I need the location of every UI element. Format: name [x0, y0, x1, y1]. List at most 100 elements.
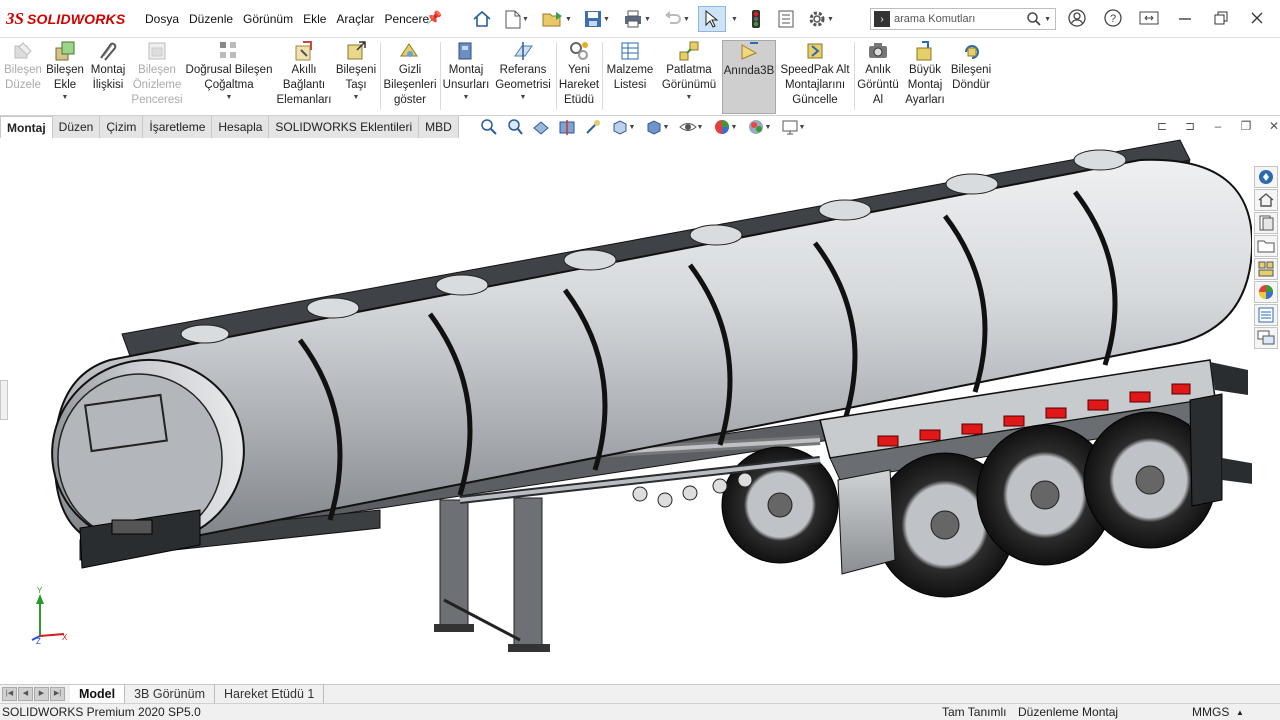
- tab-duzen[interactable]: Düzen: [52, 116, 101, 138]
- minimize-icon[interactable]: [1174, 7, 1196, 29]
- tp-view-palette[interactable]: [1254, 258, 1278, 280]
- menu-araclar[interactable]: Araçlar: [331, 12, 379, 26]
- file-properties-button[interactable]: [772, 6, 800, 32]
- zoom-to-fit-button[interactable]: [478, 117, 500, 137]
- dynamic-annotation-button[interactable]: [582, 117, 604, 137]
- doc-restore-icon[interactable]: ❐: [1238, 118, 1254, 134]
- reference-geometry-button[interactable]: Referans Geometrisi ▼: [492, 40, 554, 114]
- collapse-ribbon-icon[interactable]: [1138, 7, 1160, 29]
- menu-ekle[interactable]: Ekle: [298, 12, 331, 26]
- instant3d-button[interactable]: Anında3B: [722, 40, 776, 114]
- tp-forum[interactable]: [1254, 327, 1278, 349]
- tab-montaj[interactable]: Montaj: [0, 116, 53, 138]
- tab-cizim[interactable]: Çizim: [100, 116, 144, 138]
- pin-icon[interactable]: 📌: [426, 10, 442, 26]
- component-preview-button[interactable]: Bileşen Önizleme Penceresi: [130, 40, 184, 114]
- view-orientation-button[interactable]: ▼: [608, 117, 638, 137]
- save-button[interactable]: ▼: [578, 6, 616, 32]
- select-dropdown[interactable]: ▼: [728, 6, 740, 32]
- split-right-icon[interactable]: ⊐: [1182, 118, 1198, 134]
- home-button[interactable]: [468, 6, 496, 32]
- large-assembly-button[interactable]: Büyük Montaj Ayarları: [902, 40, 948, 114]
- open-folder-icon: [542, 12, 563, 27]
- chevron-down-icon[interactable]: ▼: [463, 93, 470, 103]
- insert-component-button[interactable]: Bileşen Ekle ▼: [44, 40, 86, 114]
- close-icon[interactable]: [1246, 7, 1268, 29]
- feature-manager-collapse-handle[interactable]: [0, 380, 8, 420]
- apply-scene-button[interactable]: ▼: [744, 117, 774, 137]
- appearance-sphere-icon: [714, 120, 729, 134]
- new-document-button[interactable]: ▼: [498, 6, 536, 32]
- show-hidden-button[interactable]: Gizli Bileşenleri göster: [382, 40, 438, 114]
- display-style-button[interactable]: ▼: [642, 117, 672, 137]
- rotate-component-button[interactable]: Bileşeni Döndür: [948, 40, 994, 114]
- menu-gorunum[interactable]: Görünüm: [238, 12, 298, 26]
- tab-model[interactable]: Model: [70, 685, 126, 704]
- chevron-down-icon[interactable]: ▼: [1044, 16, 1051, 23]
- view-settings-button[interactable]: ▼: [778, 117, 808, 137]
- tp-design-library[interactable]: [1254, 212, 1278, 234]
- search-icon[interactable]: [1026, 11, 1042, 27]
- scroll-next-icon[interactable]: ▶: [34, 687, 49, 701]
- snapshot-button[interactable]: Anlık Görüntü Al: [856, 40, 900, 114]
- menu-dosya[interactable]: Dosya: [140, 12, 184, 26]
- edit-appearance-button[interactable]: ▼: [710, 117, 740, 137]
- hide-show-items-button[interactable]: ▼: [676, 117, 706, 137]
- select-button[interactable]: [698, 6, 726, 32]
- scroll-first-icon[interactable]: |◀: [2, 687, 17, 701]
- tab-isaretleme[interactable]: İşaretleme: [143, 116, 213, 138]
- ribbon-separator: [380, 42, 381, 110]
- move-component-button[interactable]: Bileşeni Taşı ▼: [334, 40, 378, 114]
- help-icon[interactable]: ?: [1102, 7, 1124, 29]
- print-button[interactable]: ▼: [618, 6, 656, 32]
- new-motion-study-button[interactable]: Yeni Hareket Etüdü: [558, 40, 600, 114]
- rebuild-button[interactable]: [742, 6, 770, 32]
- tab-3d-views[interactable]: 3B Görünüm: [125, 685, 215, 704]
- split-left-icon[interactable]: ⊏: [1154, 118, 1170, 134]
- doc-minimize-icon[interactable]: –: [1210, 118, 1226, 134]
- tab-solidworks-eklentileri[interactable]: SOLIDWORKS Eklentileri: [269, 116, 420, 138]
- edit-component-button[interactable]: Bileşen Düzele: [2, 40, 44, 114]
- tp-custom-properties[interactable]: [1254, 304, 1278, 326]
- speedpak-button[interactable]: SpeedPak Alt Montajlarını Güncelle: [778, 40, 852, 114]
- zoom-to-area-button[interactable]: [504, 117, 526, 137]
- smart-fasteners-button[interactable]: Akıllı Bağlantı Elemanları: [274, 40, 334, 114]
- scroll-last-icon[interactable]: ▶|: [50, 687, 65, 701]
- units-button[interactable]: MMGS: [1192, 705, 1229, 719]
- assembly-features-button[interactable]: Montaj Unsurları ▼: [442, 40, 490, 114]
- tab-hesapla[interactable]: Hesapla: [212, 116, 270, 138]
- tp-file-explorer[interactable]: [1254, 235, 1278, 257]
- chevron-down-icon[interactable]: ▼: [686, 93, 693, 103]
- tp-appearances[interactable]: [1254, 281, 1278, 303]
- exploded-view-button[interactable]: Patlatma Görünümü ▼: [658, 40, 720, 114]
- tp-home[interactable]: [1254, 189, 1278, 211]
- user-account-icon[interactable]: [1066, 7, 1088, 29]
- chevron-down-icon[interactable]: ▼: [353, 93, 360, 103]
- doc-close-icon[interactable]: ✕: [1266, 118, 1280, 134]
- tab-mbd[interactable]: MBD: [419, 116, 459, 138]
- linear-pattern-button[interactable]: Doğrusal Bileşen Çoğaltma ▼: [184, 40, 274, 114]
- section-view-button[interactable]: [556, 117, 578, 137]
- graphics-area[interactable]: Y X Z: [0, 138, 1268, 686]
- chevron-down-icon[interactable]: ▼: [520, 93, 527, 103]
- tanker-trailer-model[interactable]: Y X Z: [0, 138, 1268, 686]
- undo-button[interactable]: ▼: [658, 6, 696, 32]
- options-button[interactable]: ▼: [802, 6, 840, 32]
- tp-resources[interactable]: [1254, 166, 1278, 188]
- search-input[interactable]: arama Komutları: [894, 13, 1026, 25]
- menu-duzenle[interactable]: Düzenle: [184, 12, 238, 26]
- tab-motion-study[interactable]: Hareket Etüdü 1: [215, 685, 325, 704]
- landing-gear[interactable]: [434, 497, 550, 652]
- mate-button[interactable]: Montaj İlişkisi: [86, 40, 130, 114]
- chevron-down-icon[interactable]: ▼: [62, 93, 69, 103]
- bill-of-materials-button[interactable]: Malzeme Listesi: [604, 40, 656, 114]
- print-icon: [625, 10, 642, 28]
- open-button[interactable]: ▼: [538, 6, 576, 32]
- solidworks-logo[interactable]: 3S SOLIDWORKS: [6, 9, 125, 29]
- restore-icon[interactable]: [1210, 7, 1232, 29]
- chevron-up-icon[interactable]: ▲: [1236, 708, 1244, 717]
- command-search[interactable]: › arama Komutları ▼: [870, 8, 1056, 30]
- chevron-down-icon[interactable]: ▼: [226, 93, 233, 103]
- scroll-prev-icon[interactable]: ◀: [18, 687, 33, 701]
- previous-view-button[interactable]: [530, 117, 552, 137]
